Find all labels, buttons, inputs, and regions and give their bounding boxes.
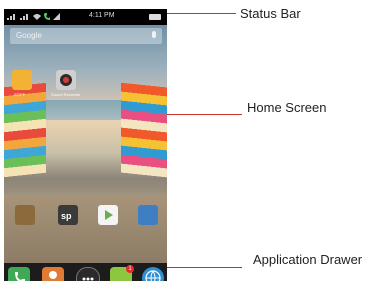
- home-screen-wallpaper: [4, 25, 167, 281]
- notification-badge: 1: [126, 265, 134, 273]
- wifi-icon: [33, 14, 41, 20]
- record-button-icon: [60, 74, 72, 86]
- play-store-icon[interactable]: [98, 205, 118, 225]
- signal-2-icon: [20, 13, 30, 20]
- browser-icon[interactable]: [142, 267, 164, 281]
- sp-logo-icon: sp: [61, 211, 72, 221]
- phone-screenshot: 4:11 PM Google STIFF Sound Recorder sp 1: [4, 9, 167, 281]
- sound-recorder-label: Sound Recorder: [51, 92, 81, 97]
- messaging-icon[interactable]: 1: [110, 265, 134, 281]
- home-screen-callout-line: [167, 114, 242, 115]
- stiff-app-label: STIFF: [14, 92, 26, 97]
- application-drawer-callout-line: [167, 267, 242, 268]
- sp-app-icon[interactable]: sp: [58, 205, 78, 225]
- gift-app-icon[interactable]: [15, 205, 35, 225]
- application-drawer-annotation-suffix: Drawer: [320, 252, 363, 267]
- battery-icon: [149, 14, 161, 20]
- sound-recorder-icon[interactable]: [56, 70, 76, 90]
- application-drawer-annotation: Application Drawer: [253, 252, 362, 267]
- status-bar-time: 4:11 PM: [89, 12, 115, 19]
- beach-chair-right: [121, 82, 167, 178]
- handset-icon: [15, 272, 25, 281]
- status-bar-indicators: [7, 13, 60, 20]
- call-icon: [44, 13, 50, 20]
- grid-dots-icon: [82, 277, 94, 281]
- stiff-app-icon[interactable]: [12, 70, 32, 90]
- status-bar-callout-line: [167, 13, 236, 14]
- svg-text:sp: sp: [61, 211, 72, 221]
- no-signal-icon: [53, 13, 60, 20]
- microphone-icon[interactable]: [152, 31, 156, 38]
- phone-icon[interactable]: [8, 267, 30, 281]
- status-bar: 4:11 PM: [4, 9, 167, 25]
- search-placeholder: Google: [16, 31, 42, 40]
- contacts-icon[interactable]: [42, 267, 64, 281]
- person-icon: [49, 271, 57, 279]
- home-screen-annotation: Home Screen: [247, 100, 327, 115]
- help-app-icon[interactable]: [138, 205, 158, 225]
- application-drawer-dock: 1: [4, 263, 167, 281]
- play-icon: [105, 210, 113, 220]
- application-drawer-annotation-prefix: Application: [253, 252, 317, 267]
- google-search-bar[interactable]: Google: [10, 28, 162, 44]
- status-bar-annotation: Status Bar: [240, 6, 301, 21]
- signal-1-icon: [7, 13, 17, 20]
- app-drawer-icon[interactable]: [76, 267, 100, 281]
- globe-icon: [145, 270, 161, 281]
